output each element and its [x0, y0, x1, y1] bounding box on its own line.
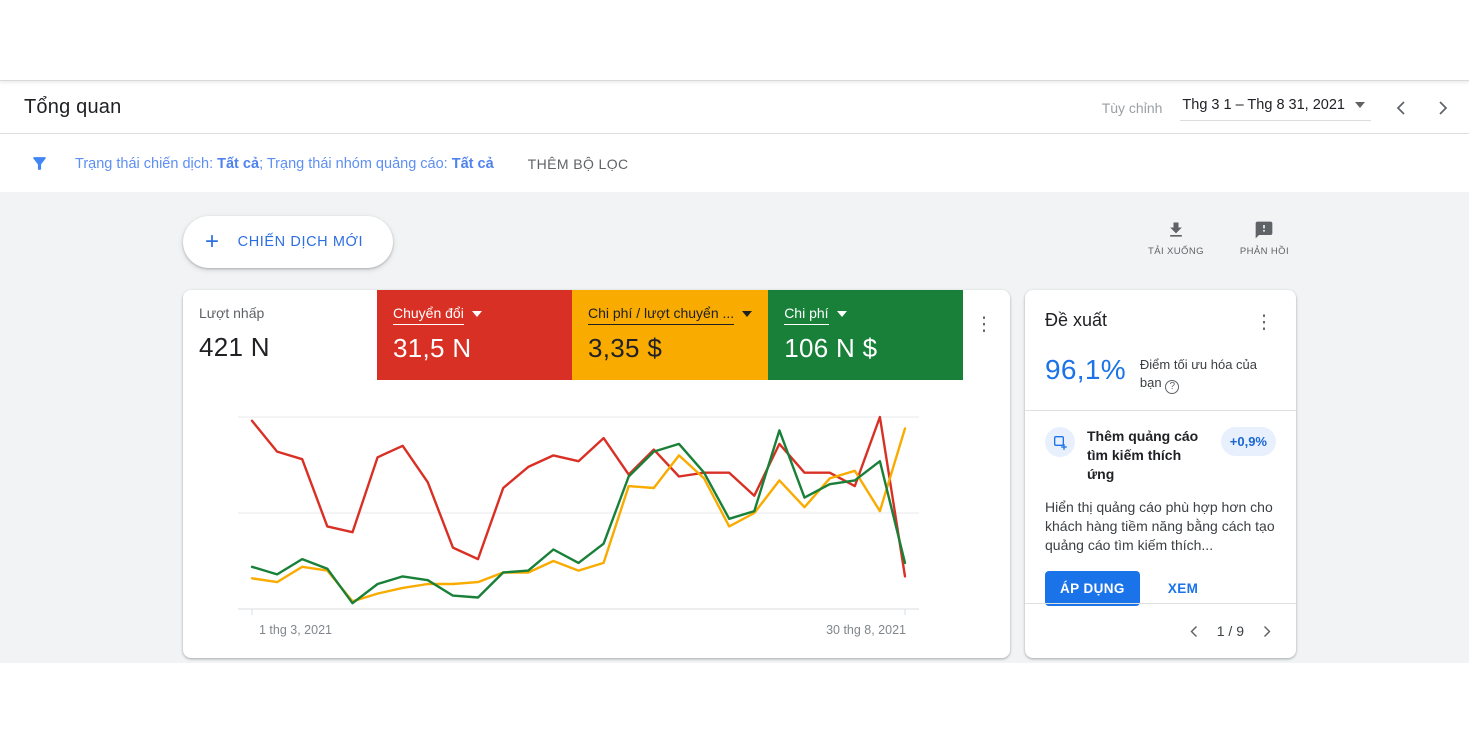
- apply-button[interactable]: ÁP DỤNG: [1045, 571, 1140, 606]
- metric-tile-cost-per-conversion[interactable]: Chi phí / lượt chuyển ... 3,35 $: [572, 290, 769, 380]
- metric-value: 31,5 N: [393, 333, 472, 363]
- metric-value: 106 N $: [784, 333, 878, 363]
- optimization-score-label: Điểm tối ưu hóa của bạn ?: [1139, 357, 1258, 394]
- optimization-score: 96,1%: [1045, 354, 1126, 385]
- chevron-down-icon: [742, 310, 753, 317]
- filter-value-1: Tất cả: [217, 155, 260, 172]
- filter-separator: ;: [259, 155, 267, 172]
- chevron-left-icon: [1396, 100, 1405, 115]
- responsive-search-ad-icon: [1045, 427, 1075, 457]
- metric-label: Chuyển đổi: [393, 305, 464, 325]
- date-range-picker[interactable]: Thg 3 1 – Thg 8 31, 2021: [1180, 95, 1371, 121]
- chevron-left-icon: [1190, 625, 1197, 637]
- download-label: TẢI XUỐNG: [1148, 246, 1204, 257]
- page-title: Tổng quan: [24, 96, 122, 118]
- date-range-area: Tùy chỉnh Thg 3 1 – Thg 8 31, 2021: [1102, 95, 1455, 121]
- recommendations-menu-button[interactable]: ⋮: [1252, 310, 1276, 334]
- recommendation-item: Thêm quảng cáo tìm kiếm thích ứng +0,9% …: [1045, 427, 1276, 606]
- card-actions: TẢI XUỐNG PHẢN HỒI: [1148, 220, 1289, 257]
- metric-tiles: Lượt nhấp 421 N Chuyển đổi 31,5 N Chi ph…: [183, 290, 1010, 380]
- campaign-status-filter[interactable]: Trạng thái chiến dịch: Tất cả; Trạng thá…: [75, 156, 494, 172]
- filter-value-2: Tất cả: [451, 155, 494, 172]
- date-next-button[interactable]: [1431, 96, 1455, 120]
- download-icon: [1170, 222, 1182, 237]
- chevron-down-icon: [836, 310, 847, 317]
- date-preset-label[interactable]: Tùy chỉnh: [1102, 100, 1163, 116]
- help-icon[interactable]: ?: [1165, 380, 1180, 394]
- recommendation-description: Hiển thị quảng cáo phù hợp hơn cho khách…: [1045, 499, 1275, 553]
- uplift-badge: +0,9%: [1220, 427, 1276, 456]
- page-header: Tổng quan Tùy chỉnh Thg 3 1 – Thg 8 31, …: [0, 82, 1469, 134]
- line-chart-canvas: [238, 415, 919, 615]
- filter-icon: [30, 154, 49, 173]
- recommendations-title: Đề xuất: [1045, 310, 1108, 330]
- recommendations-pagination: 1 / 9: [1025, 603, 1296, 658]
- chevron-right-icon: [1439, 100, 1448, 115]
- top-whitespace: [0, 0, 1469, 81]
- overview-chart-card: Lượt nhấp 421 N Chuyển đổi 31,5 N Chi ph…: [183, 290, 1010, 658]
- performance-line-chart[interactable]: 1 thg 3, 2021 30 thg 8, 2021: [183, 380, 1010, 658]
- metric-tile-cost[interactable]: Chi phí 106 N $: [768, 290, 964, 380]
- divider: [1025, 410, 1296, 411]
- chevron-right-icon: [1263, 625, 1271, 637]
- filter-label-1: Trạng thái chiến dịch:: [75, 155, 218, 172]
- plus-icon: +: [205, 228, 220, 255]
- metric-tile-conversions[interactable]: Chuyển đổi 31,5 N: [377, 290, 572, 380]
- recommendations-card: Đề xuất ⋮ 96,1% Điểm tối ưu hóa của bạn …: [1025, 290, 1296, 658]
- x-axis-end-label: 30 thg 8, 2021: [826, 623, 906, 637]
- recommendation-title: Thêm quảng cáo tìm kiếm thích ứng: [1087, 428, 1199, 482]
- metric-label: Chi phí / lượt chuyển ...: [588, 305, 735, 325]
- feedback-label: PHẢN HỒI: [1239, 246, 1289, 257]
- feedback-button[interactable]: PHẢN HỒI: [1240, 220, 1289, 257]
- filter-label-2: Trạng thái nhóm quảng cáo:: [266, 155, 452, 172]
- metric-tile-clicks[interactable]: Lượt nhấp 421 N: [183, 290, 377, 380]
- pagination-next-button[interactable]: [1256, 620, 1278, 642]
- chevron-down-icon: [471, 310, 482, 317]
- content-area: + CHIẾN DỊCH MỚI TẢI XUỐNG PHẢN HỒI Lượt…: [0, 192, 1469, 663]
- view-button[interactable]: XEM: [1168, 581, 1198, 596]
- feedback-icon: [1256, 221, 1273, 239]
- filter-bar: Trạng thái chiến dịch: Tất cả; Trạng thá…: [0, 135, 1469, 192]
- pagination-prev-button[interactable]: [1183, 620, 1205, 642]
- chart-card-menu-button[interactable]: ⋮: [972, 312, 996, 336]
- metric-label: Lượt nhấp: [199, 305, 265, 321]
- download-button[interactable]: TẢI XUỐNG: [1148, 220, 1204, 257]
- page-count: 1 / 9: [1216, 623, 1244, 639]
- new-campaign-button[interactable]: + CHIẾN DỊCH MỚI: [183, 216, 394, 268]
- date-range-value: Thg 3 1 – Thg 8 31, 2021: [1182, 96, 1345, 113]
- chevron-down-icon: [1355, 101, 1365, 108]
- date-prev-button[interactable]: [1389, 96, 1413, 120]
- x-axis-start-label: 1 thg 3, 2021: [259, 623, 332, 637]
- metric-value: 421 N: [199, 332, 270, 362]
- add-filter-button[interactable]: THÊM BỘ LỌC: [528, 156, 629, 172]
- metric-label: Chi phí: [784, 305, 829, 325]
- new-campaign-label: CHIẾN DỊCH MỚI: [237, 234, 364, 250]
- metric-value: 3,35 $: [588, 333, 663, 363]
- google-ads-overview-page: Tổng quan Tùy chỉnh Thg 3 1 – Thg 8 31, …: [0, 0, 1469, 750]
